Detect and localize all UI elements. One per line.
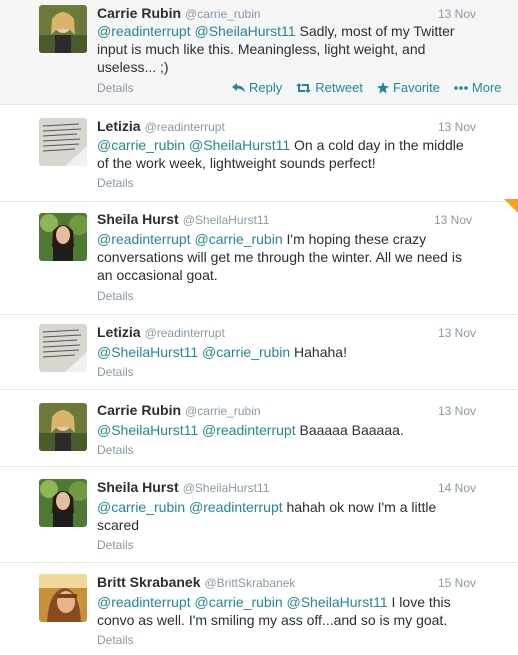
avatar[interactable] (39, 479, 87, 527)
tweet-item[interactable]: Sheila Hurst @SheilaHurst11 13 Nov @readi… (0, 202, 518, 315)
tweet-item[interactable]: Sheila Hurst @SheilaHurst11 14 Nov @carri… (0, 467, 518, 563)
tweet-mentions[interactable]: @SheilaHurst11 @readinterrupt (97, 422, 296, 438)
tweet-handle[interactable]: @readinterrupt (145, 326, 225, 340)
tweet-details-link[interactable]: Details (97, 176, 134, 190)
tweet-author[interactable]: Sheila Hurst @SheilaHurst11 (97, 479, 269, 495)
tweet-mentions[interactable]: @carrie_rubin @SheilaHurst11 (97, 137, 290, 153)
tweet-date[interactable]: 13 Nov (438, 120, 476, 134)
tweet-details-link[interactable]: Details (97, 365, 134, 379)
tweet-date[interactable]: 13 Nov (438, 326, 476, 340)
tweet-handle[interactable]: @BrittSkrabanek (204, 576, 295, 590)
tweet-author[interactable]: Carrie Rubin @carrie_rubin (97, 402, 261, 418)
avatar[interactable] (39, 118, 87, 166)
avatar[interactable] (39, 213, 87, 261)
tweet-text: @readinterrupt @carrie_rubin @SheilaHurs… (97, 594, 451, 628)
tweet-author[interactable]: Letizia @readinterrupt (97, 118, 225, 134)
tweet-mentions[interactable]: @carrie_rubin @readinterrupt (97, 499, 283, 515)
tweet-item[interactable]: Britt Skrabanek @BrittSkrabanek 15 Nov @r… (0, 563, 518, 655)
tweet-details-link[interactable]: Details (97, 81, 134, 95)
tweet-handle[interactable]: @carrie_rubin (185, 404, 261, 418)
tweet-details-link[interactable]: Details (97, 538, 134, 552)
tweet-author[interactable]: Britt Skrabanek @BrittSkrabanek (97, 574, 295, 590)
tweet-author[interactable]: Carrie Rubin @carrie_rubin (97, 5, 261, 21)
avatar[interactable] (39, 5, 87, 53)
retweet-icon (296, 82, 312, 93)
tweet-item[interactable]: Letizia @readinterrupt 13 Nov @carrie_rub… (0, 105, 518, 202)
tweet-item[interactable]: Carrie Rubin @carrie_rubin 13 Nov @Sheila… (0, 390, 518, 467)
tweet-date[interactable]: 15 Nov (438, 576, 476, 590)
tweet-date[interactable]: 14 Nov (438, 481, 476, 495)
tweet-item[interactable]: Carrie Rubin @carrie_rubin 13 Nov @readin… (0, 0, 518, 105)
tweet-date[interactable]: 13 Nov (438, 7, 476, 21)
tweet-handle[interactable]: @readinterrupt (145, 120, 225, 134)
tweet-text: @carrie_rubin @SheilaHurst11 On a cold d… (97, 137, 464, 171)
tweet-date[interactable]: 13 Nov (434, 213, 472, 227)
reply-button[interactable]: Reply (232, 80, 282, 95)
favorite-button[interactable]: Favorite (376, 80, 440, 95)
tweet-item[interactable]: Letizia @readinterrupt 13 Nov @SheilaHurs… (0, 315, 518, 390)
tweet-mentions[interactable]: @readinterrupt @SheilaHurst11 (97, 23, 296, 39)
tweet-text: @carrie_rubin @readinterrupt hahah ok no… (97, 499, 437, 533)
reply-icon (232, 82, 245, 92)
tweet-mentions[interactable]: @readinterrupt @carrie_rubin (97, 231, 283, 247)
star-icon (376, 81, 389, 93)
more-icon (454, 85, 468, 90)
tweet-handle[interactable]: @SheilaHurst11 (183, 481, 270, 495)
tweet-mentions[interactable]: @SheilaHurst11 @carrie_rubin (97, 344, 290, 360)
tweet-handle[interactable]: @SheilaHurst11 (183, 213, 270, 227)
avatar[interactable] (39, 574, 87, 622)
tweet-text: @SheilaHurst11 @carrie_rubin Hahaha! (97, 344, 347, 360)
avatar[interactable] (39, 324, 87, 372)
tweet-actions: Reply Retweet Favorite More (232, 80, 502, 95)
tweet-text: @readinterrupt @SheilaHurst11 Sadly, mos… (97, 23, 455, 75)
more-button[interactable]: More (454, 80, 502, 95)
tweet-details-link[interactable]: Details (97, 289, 134, 303)
avatar[interactable] (39, 403, 87, 451)
tweet-text: @SheilaHurst11 @readinterrupt Baaaaa Baa… (97, 422, 404, 438)
tweet-author[interactable]: Sheila Hurst @SheilaHurst11 (97, 211, 269, 227)
tweet-date[interactable]: 13 Nov (438, 404, 476, 418)
retweet-button[interactable]: Retweet (296, 80, 363, 95)
tweet-mentions[interactable]: @readinterrupt @carrie_rubin @SheilaHurs… (97, 594, 388, 610)
tweet-author[interactable]: Letizia @readinterrupt (97, 324, 225, 340)
tweet-details-link[interactable]: Details (97, 633, 134, 647)
tweet-handle[interactable]: @carrie_rubin (185, 7, 261, 21)
tweet-text: @readinterrupt @carrie_rubin I'm hoping … (97, 231, 462, 283)
tweet-details-link[interactable]: Details (97, 443, 134, 457)
